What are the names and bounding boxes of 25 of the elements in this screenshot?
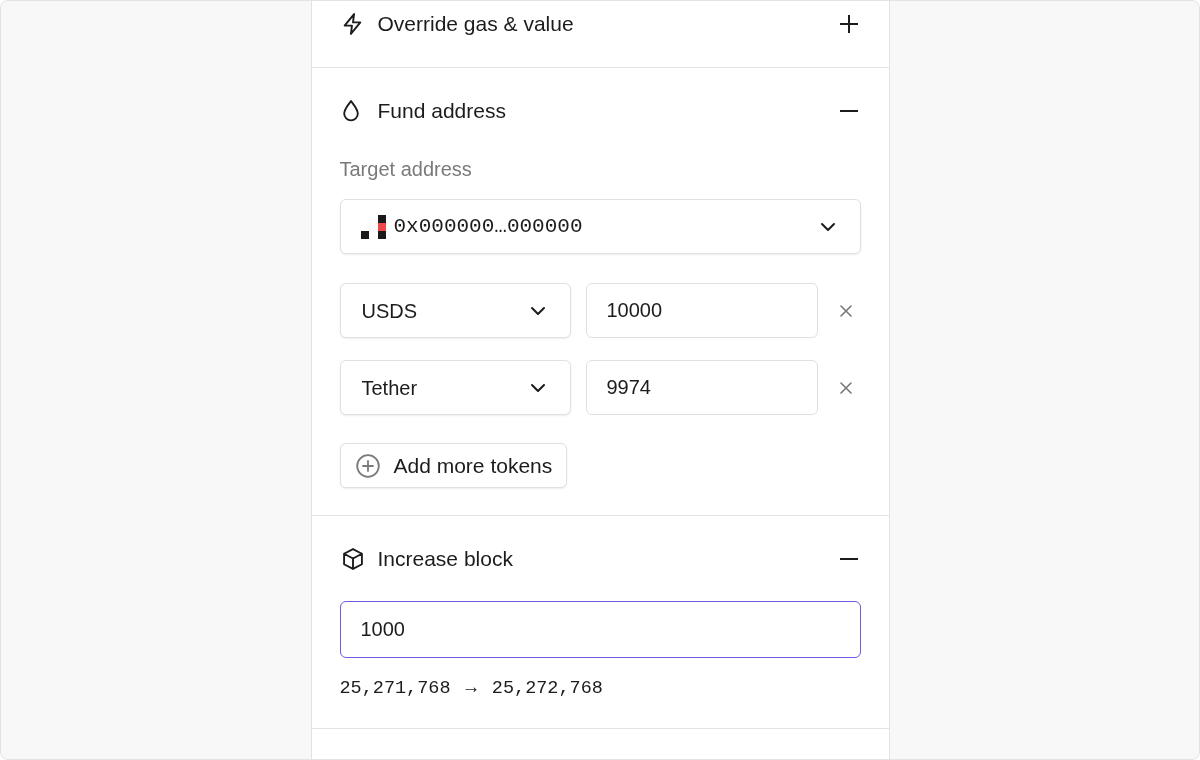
droplet-icon	[341, 100, 360, 122]
cube-icon	[341, 548, 364, 570]
lightning-icon	[341, 13, 364, 35]
section-title: Increase block	[377, 547, 514, 571]
close-icon[interactable]	[839, 381, 852, 394]
chevron-down-icon	[819, 221, 836, 232]
token-select[interactable]: Tether	[339, 360, 571, 415]
chevron-down-icon	[529, 305, 546, 316]
token-select[interactable]: USDS	[339, 283, 571, 338]
amount-input[interactable]: 10000	[585, 283, 818, 338]
identicon-icon	[360, 214, 386, 239]
add-tokens-button[interactable]: Add more tokens	[339, 443, 568, 488]
amount-input[interactable]: 9974	[585, 360, 818, 415]
plus-circle-icon	[355, 453, 380, 478]
plus-icon[interactable]	[839, 15, 858, 33]
section-title: Override gas & value	[377, 12, 575, 36]
block-input[interactable]: 1000	[339, 601, 861, 658]
chevron-down-icon	[529, 382, 546, 393]
block-change-text: 25,271,768 → 25,272,768	[339, 677, 603, 701]
minus-icon[interactable]	[839, 558, 858, 560]
section-title: Fund address	[377, 99, 507, 123]
field-label: Target address	[339, 157, 473, 182]
address-select[interactable]: 0x000000…000000	[339, 199, 861, 254]
close-icon[interactable]	[839, 304, 852, 317]
minus-icon[interactable]	[839, 110, 858, 112]
